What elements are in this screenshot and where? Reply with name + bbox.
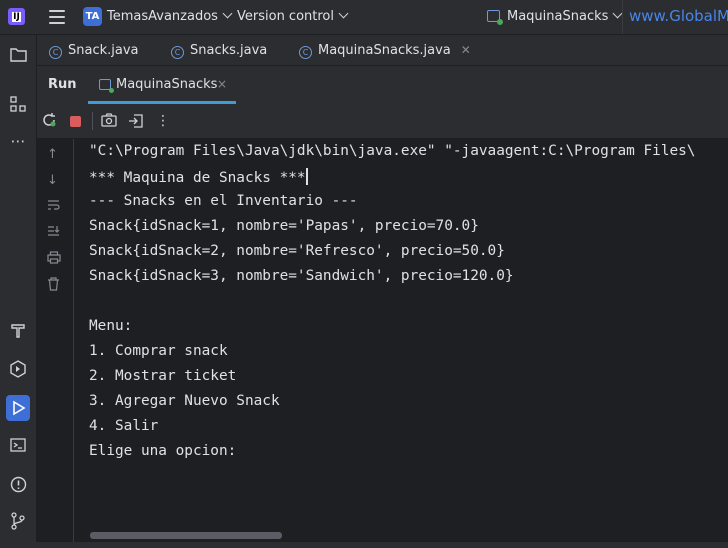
build-hammer-icon[interactable] bbox=[7, 320, 29, 342]
run-toolbar: ⋮ bbox=[37, 104, 728, 139]
stop-icon[interactable] bbox=[70, 116, 81, 127]
soft-wrap-icon[interactable] bbox=[47, 199, 60, 215]
rerun-icon[interactable] bbox=[41, 112, 57, 132]
tab-snacks-java[interactable]: C Snacks.java bbox=[171, 43, 267, 59]
console-line: Elige una opcion: bbox=[89, 443, 237, 459]
version-control-menu[interactable]: Version control bbox=[237, 8, 349, 24]
project-name: TemasAvanzados bbox=[107, 9, 218, 24]
console-line: 3. Agregar Nuevo Snack bbox=[89, 393, 280, 409]
intellij-logo-icon[interactable]: IJ bbox=[8, 8, 25, 25]
more-options-icon[interactable]: ⋮ bbox=[156, 113, 170, 129]
down-arrow-icon[interactable]: ↓ bbox=[47, 173, 58, 188]
chevron-down-icon bbox=[222, 8, 233, 19]
project-selector[interactable]: TemasAvanzados bbox=[107, 8, 233, 24]
terminal-icon[interactable] bbox=[7, 434, 29, 456]
trash-icon[interactable] bbox=[47, 277, 60, 295]
restore-layout-icon[interactable] bbox=[128, 113, 144, 133]
console-line: 1. Comprar snack bbox=[89, 343, 228, 359]
status-strip bbox=[0, 542, 728, 548]
screenshot-icon[interactable] bbox=[101, 113, 117, 131]
up-arrow-icon[interactable]: ↑ bbox=[47, 147, 58, 162]
print-icon[interactable] bbox=[47, 251, 61, 268]
run-config-selector[interactable]: MaquinaSnacks bbox=[507, 8, 623, 24]
git-icon[interactable] bbox=[7, 510, 29, 532]
project-badge[interactable]: TA bbox=[83, 7, 102, 26]
close-icon[interactable]: ✕ bbox=[461, 43, 471, 57]
console-line: Snack{idSnack=1, nombre='Papas', precio=… bbox=[89, 218, 479, 234]
console-line: "C:\Program Files\Java\jdk\bin\java.exe"… bbox=[89, 143, 696, 159]
console-line: 2. Mostrar ticket bbox=[89, 368, 237, 384]
tab-snack-java[interactable]: C Snack.java bbox=[49, 43, 139, 59]
folder-icon[interactable] bbox=[7, 43, 29, 65]
run-tab-maquinasnacks[interactable]: MaquinaSnacks × bbox=[88, 66, 236, 104]
main-menu-icon[interactable] bbox=[49, 10, 65, 24]
toolbar-divider bbox=[92, 112, 93, 130]
more-tools-icon[interactable]: ⋯ bbox=[7, 130, 29, 152]
services-icon[interactable] bbox=[7, 358, 29, 380]
console-gutter: ↑ ↓ bbox=[37, 139, 74, 548]
scroll-to-end-icon[interactable] bbox=[47, 225, 60, 241]
console-line: Snack{idSnack=2, nombre='Refresco', prec… bbox=[89, 243, 505, 259]
console-line: --- Snacks en el Inventario --- bbox=[89, 193, 358, 209]
run-config-label: MaquinaSnacks bbox=[507, 9, 609, 24]
version-control-label: Version control bbox=[237, 9, 334, 24]
run-tab-label: MaquinaSnacks bbox=[116, 77, 218, 92]
run-panel-header: Run MaquinaSnacks × bbox=[37, 66, 728, 104]
console-line: 4. Salir bbox=[89, 418, 159, 434]
run-config-icon bbox=[99, 79, 114, 93]
watermark-url: www.GlobalM bbox=[629, 7, 728, 25]
java-class-icon: C bbox=[49, 46, 62, 59]
run-config-icon bbox=[487, 10, 503, 25]
structure-icon[interactable] bbox=[7, 93, 29, 115]
java-class-icon: C bbox=[299, 46, 312, 59]
text-caret bbox=[305, 168, 308, 185]
tab-maquinasnacks-java[interactable]: C MaquinaSnacks.java ✕ bbox=[299, 43, 471, 59]
horizontal-scrollbar[interactable] bbox=[90, 532, 282, 539]
java-class-icon: C bbox=[171, 46, 184, 59]
run-panel-title: Run bbox=[48, 77, 77, 92]
run-tool-window-icon[interactable] bbox=[6, 395, 30, 421]
editor-tabs: C Snack.java C Snacks.java C MaquinaSnacks.… bbox=[37, 35, 728, 66]
console-output[interactable]: "C:\Program Files\Java\jdk\bin\java.exe"… bbox=[74, 139, 728, 539]
titlebar-divider bbox=[622, 0, 623, 34]
console-line: Snack{idSnack=3, nombre='Sandwich', prec… bbox=[89, 268, 514, 284]
console-line: *** Maquina de Snacks *** bbox=[89, 168, 308, 186]
left-toolbar: ⋯ bbox=[0, 35, 37, 548]
problems-icon[interactable] bbox=[7, 473, 29, 495]
console-line: Menu: bbox=[89, 318, 133, 334]
title-bar: IJ TA TemasAvanzados Version control Maq… bbox=[0, 0, 728, 35]
chevron-down-icon bbox=[338, 8, 349, 19]
close-icon[interactable]: × bbox=[217, 77, 227, 91]
